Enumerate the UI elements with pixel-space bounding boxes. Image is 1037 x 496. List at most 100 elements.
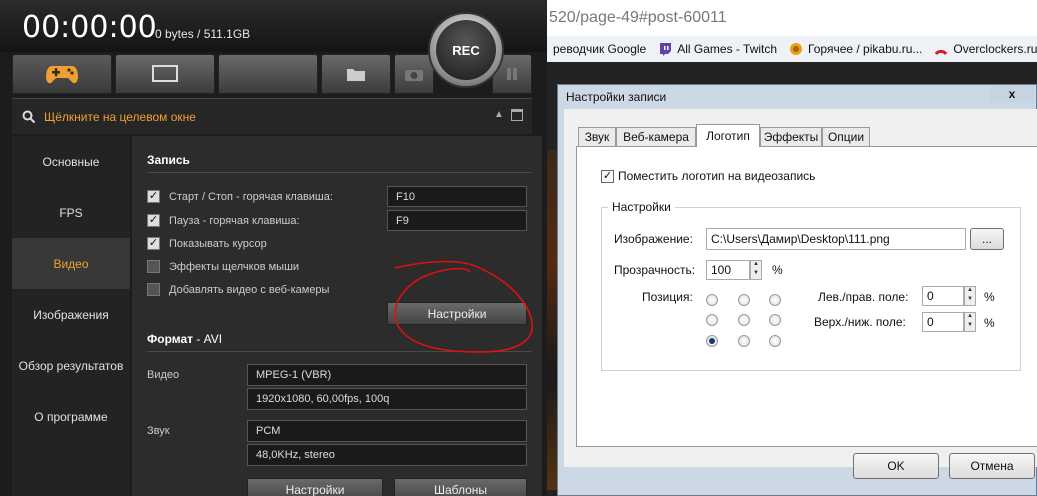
click-effects-checkbox[interactable]: Эффекты щелчков мыши <box>147 260 299 273</box>
start-stop-hotkey-field[interactable]: F10 <box>387 186 527 207</box>
ok-button[interactable]: OK <box>853 453 939 479</box>
sidebar-item-images[interactable]: Изображения <box>12 289 130 340</box>
show-cursor-checkbox[interactable]: ✓ Показывать курсор <box>147 237 267 250</box>
camera-icon <box>405 70 423 81</box>
bookmark-overclockers[interactable]: Overclockers.ru <box>934 42 1037 56</box>
tab-label: Звук <box>584 130 610 144</box>
sidebar-item-label: Обзор результатов <box>18 358 124 373</box>
close-button[interactable]: x <box>990 85 1034 103</box>
group-title: Настройки <box>608 200 675 214</box>
game-mode-tab[interactable] <box>12 54 112 94</box>
pause-hotkey-field[interactable]: F9 <box>387 210 527 231</box>
spin-down-icon[interactable]: ▼ <box>965 322 975 331</box>
sidebar-item-general[interactable]: Основные <box>12 136 130 187</box>
audio-params-field: 48,0KHz, stereo <box>247 444 527 466</box>
spin-down-icon[interactable]: ▼ <box>965 296 975 305</box>
gamepad-icon <box>46 66 78 84</box>
position-top-left-radio[interactable] <box>706 294 718 306</box>
position-middle-right-radio[interactable] <box>769 314 781 326</box>
sidebar-item-about[interactable]: О программе <box>12 391 130 442</box>
position-label: Позиция: <box>642 290 693 304</box>
bookmark-pikabu[interactable]: Горячее / pikabu.ru... <box>789 42 922 56</box>
percent-label: % <box>984 290 995 304</box>
tab-label: Опции <box>827 130 865 144</box>
settings-sidebar: Основные FPS Видео Изображения Обзор рез… <box>12 136 130 496</box>
divider <box>147 351 532 352</box>
opacity-label: Прозрачность: <box>614 263 696 277</box>
browser-address-bar[interactable]: 520/page-49#post-60011 <box>547 0 1037 36</box>
image-path-field[interactable]: C:\Users\Дамир\Desktop\111.png <box>706 228 966 250</box>
bookmark-google-translate[interactable]: реводчик Google <box>553 42 646 56</box>
bookmark-twitch[interactable]: All Games - Twitch <box>658 42 777 56</box>
format-settings-button[interactable]: Настройки <box>247 478 383 496</box>
sidebar-item-label: FPS <box>59 205 83 220</box>
opacity-spinner[interactable]: ▲ ▼ <box>750 260 762 280</box>
tab-label: Логотип <box>706 129 750 143</box>
tab-label: Эффекты <box>763 130 819 144</box>
browse-button[interactable]: ... <box>970 228 1004 250</box>
collapse-arrow-icon[interactable]: ▲ <box>494 109 504 120</box>
webcam-overlay-checkbox[interactable]: Добавлять видео с веб-камеры <box>147 283 329 296</box>
sidebar-item-video[interactable]: Видео <box>12 238 130 289</box>
video-label: Видео <box>147 369 180 381</box>
recording-size: 0 bytes / 511.1GB <box>155 27 251 41</box>
checkbox-label: Добавлять видео с веб-камеры <box>169 283 330 296</box>
window-mode-icon[interactable] <box>511 109 523 121</box>
tab-sound[interactable]: Звук <box>578 127 616 146</box>
hmargin-spinner[interactable]: ▲ ▼ <box>964 286 976 306</box>
tab-options[interactable]: Опции <box>822 127 870 146</box>
video-settings-panel: Запись ✓ Старт / Стоп - горячая клавиша: … <box>132 136 542 496</box>
opacity-field[interactable]: 100 <box>706 260 750 280</box>
checkbox-label: Старт / Стоп - горячая клавиша: <box>169 190 333 203</box>
bandicam-window: 00:00:00 0 bytes / 511.1GB REC Щёлкните … <box>0 0 547 496</box>
tab-label: Веб-камера <box>623 130 689 144</box>
position-bottom-center-radio[interactable] <box>738 335 750 347</box>
rec-button-ring: REC <box>428 12 504 88</box>
bookmark-label: Горячее / pikabu.ru... <box>808 42 923 56</box>
bookmark-label: All Games - Twitch <box>677 42 778 56</box>
device-mode-tab[interactable] <box>218 54 318 94</box>
hotkey-pause-checkbox[interactable]: ✓ Пауза - горячая клавиша: <box>147 214 300 227</box>
checkbox-label: Эффекты щелчков мыши <box>169 260 300 273</box>
checkbox-unchecked-icon <box>147 283 160 296</box>
tab-logo[interactable]: Логотип <box>696 124 760 147</box>
screenshot-tab[interactable] <box>394 54 434 94</box>
open-folder-tab[interactable] <box>321 54 391 94</box>
sidebar-item-label: Основные <box>42 154 100 169</box>
position-top-center-radio[interactable] <box>738 294 750 306</box>
position-middle-left-radio[interactable] <box>706 314 718 326</box>
spin-up-icon[interactable]: ▲ <box>965 287 975 296</box>
rec-button[interactable]: REC <box>436 20 496 80</box>
screen-rectangle-icon <box>152 65 178 82</box>
checkbox-checked-icon: ✓ <box>147 190 160 203</box>
checkbox-checked-icon: ✓ <box>601 169 614 183</box>
bookmark-label: реводчик Google <box>553 42 647 56</box>
cancel-button[interactable]: Отмена <box>949 453 1035 479</box>
target-window-bar[interactable]: Щёлкните на целевом окне ▲ <box>12 98 532 134</box>
bookmark-label: Overclockers.ru <box>953 42 1037 56</box>
recording-timer: 00:00:00 <box>22 10 157 45</box>
hotkey-start-stop-checkbox[interactable]: ✓ Старт / Стоп - горячая клавиша: <box>147 190 333 203</box>
tab-webcam[interactable]: Веб-камера <box>616 127 696 146</box>
target-window-label: Щёлкните на целевом окне <box>44 109 196 124</box>
vmargin-spinner[interactable]: ▲ ▼ <box>964 312 976 332</box>
screen-mode-tab[interactable] <box>115 54 215 94</box>
position-top-right-radio[interactable] <box>769 294 781 306</box>
audio-codec-field: PCM <box>247 420 527 442</box>
position-middle-center-radio[interactable] <box>738 314 750 326</box>
spin-up-icon[interactable]: ▲ <box>965 313 975 322</box>
pikabu-icon <box>790 43 803 55</box>
tab-effects[interactable]: Эффекты <box>760 127 822 146</box>
sidebar-item-fps[interactable]: FPS <box>12 187 130 238</box>
close-icon: x <box>1008 87 1016 101</box>
place-logo-checkbox[interactable]: ✓ Поместить логотип на видеозапись <box>601 169 815 183</box>
position-bottom-right-radio[interactable] <box>769 335 781 347</box>
format-templates-button[interactable]: Шаблоны <box>394 478 527 496</box>
hmargin-field[interactable]: 0 <box>922 286 964 306</box>
spin-down-icon[interactable]: ▼ <box>751 270 761 279</box>
sidebar-item-output[interactable]: Обзор результатов <box>12 340 130 391</box>
record-settings-button[interactable]: Настройки <box>387 302 527 325</box>
vmargin-field[interactable]: 0 <box>922 312 964 332</box>
position-bottom-left-radio[interactable] <box>706 335 718 347</box>
spin-up-icon[interactable]: ▲ <box>751 261 761 270</box>
